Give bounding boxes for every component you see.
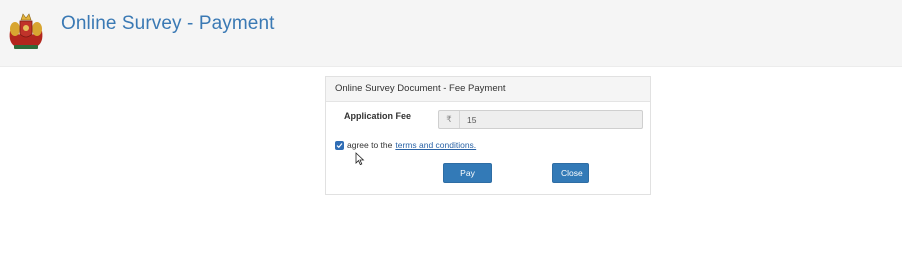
application-fee-field: ₹ 15	[438, 110, 643, 129]
close-button[interactable]: Close	[552, 163, 589, 183]
state-emblem-icon	[6, 9, 46, 51]
pay-now-button[interactable]: Pay Now	[443, 163, 492, 196]
rupee-icon: ₹	[439, 111, 460, 128]
application-fee-label: Application Fee	[344, 111, 412, 121]
page-title: Online Survey - Payment	[61, 13, 275, 34]
terms-and-conditions-link[interactable]: terms and conditions.	[395, 140, 476, 150]
mouse-pointer-icon	[355, 152, 365, 166]
agree-row: agree to the terms and conditions.	[335, 140, 476, 150]
panel-heading: Online Survey Document - Fee Payment	[326, 77, 650, 102]
checkmark-icon	[336, 142, 343, 148]
fee-payment-panel: Online Survey Document - Fee Payment App…	[325, 76, 651, 196]
agree-checkbox[interactable]	[335, 140, 344, 150]
application-fee-value: 15	[467, 114, 477, 125]
page-header: Online Survey - Payment	[0, 0, 902, 67]
agree-label: agree to the	[347, 140, 393, 150]
